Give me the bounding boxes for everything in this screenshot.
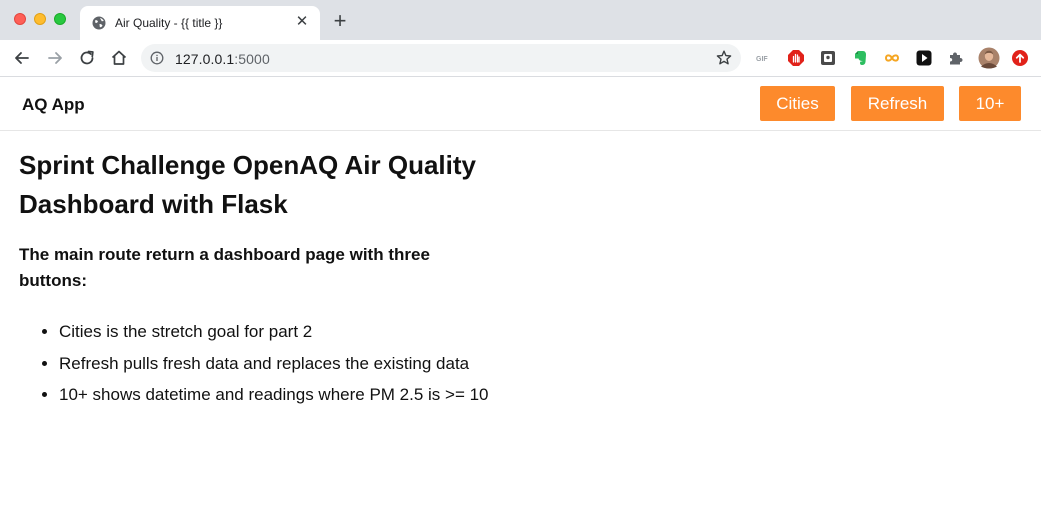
play-icon[interactable]	[915, 49, 933, 67]
list-item: 10+ shows datetime and readings where PM…	[59, 379, 539, 411]
refresh-button[interactable]: Refresh	[851, 86, 944, 121]
tab-title: Air Quality - {{ title }}	[115, 16, 223, 30]
site-info-icon[interactable]	[150, 51, 164, 65]
globe-icon	[92, 16, 106, 30]
window-zoom-button[interactable]	[54, 13, 66, 25]
keeper-icon[interactable]	[819, 49, 837, 67]
list-item: Cities is the stretch goal for part 2	[59, 316, 539, 348]
address-bar[interactable]: 127.0.0.1:5000	[141, 44, 741, 72]
new-tab-button[interactable]: +	[330, 10, 350, 32]
gif-extension-icon[interactable]: GIF	[755, 49, 773, 67]
svg-text:GIF: GIF	[756, 56, 768, 63]
browser-tab-bar: Air Quality - {{ title }} ✕ +	[0, 0, 1041, 40]
forward-arrow-icon[interactable]	[45, 48, 65, 68]
url-port: :5000	[234, 51, 270, 67]
cities-button[interactable]: Cities	[760, 86, 835, 121]
reload-icon[interactable]	[77, 48, 97, 68]
feature-list: Cities is the stretch goal for part 2 Re…	[19, 316, 539, 411]
back-arrow-icon[interactable]	[12, 48, 32, 68]
app-navbar: AQ App Cities Refresh 10+	[0, 78, 1041, 131]
adblock-icon[interactable]	[787, 49, 805, 67]
url-text: 127.0.0.1:5000	[175, 51, 270, 67]
page-subheading: The main route return a dashboard page w…	[19, 245, 430, 290]
home-icon[interactable]	[109, 48, 129, 68]
main-content: Sprint Challenge OpenAQ Air Quality Dash…	[19, 146, 539, 411]
puzzle-extensions-icon[interactable]	[947, 49, 965, 67]
browser-tab-active[interactable]: Air Quality - {{ title }} ✕	[80, 6, 320, 40]
update-icon[interactable]	[1011, 49, 1029, 67]
browser-toolbar: 127.0.0.1:5000 GIF	[0, 40, 1041, 77]
page-title: Sprint Challenge OpenAQ Air Quality Dash…	[19, 150, 476, 219]
window-minimize-button[interactable]	[34, 13, 46, 25]
bookmark-star-icon[interactable]	[715, 49, 733, 67]
web-page: AQ App Cities Refresh 10+ Sprint Challen…	[0, 78, 1041, 518]
list-item: Refresh pulls fresh data and replaces th…	[59, 348, 539, 380]
infinity-icon[interactable]	[883, 49, 901, 67]
window-close-button[interactable]	[14, 13, 26, 25]
ten-plus-button[interactable]: 10+	[959, 86, 1021, 121]
tab-close-icon[interactable]: ✕	[294, 14, 310, 30]
url-host: 127.0.0.1	[175, 51, 235, 67]
app-brand[interactable]: AQ App	[22, 95, 85, 115]
profile-avatar-icon[interactable]	[978, 47, 1000, 69]
evernote-icon[interactable]	[851, 49, 869, 67]
